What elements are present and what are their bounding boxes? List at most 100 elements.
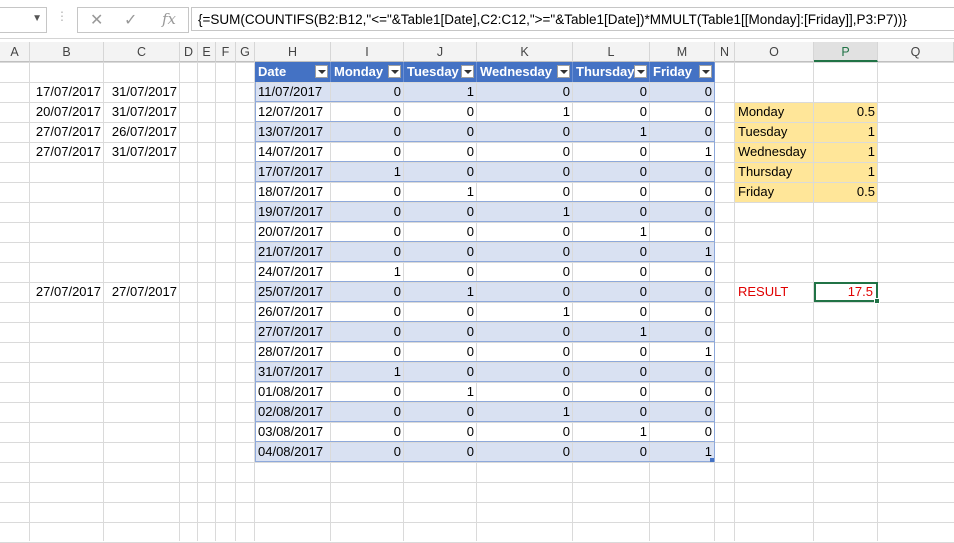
chevron-down-icon[interactable]: ▼ — [32, 13, 42, 24]
enter-icon[interactable]: ✓ — [124, 10, 137, 30]
weight-day-cell[interactable]: Monday — [735, 102, 814, 122]
table-header-date[interactable]: Date — [255, 62, 331, 82]
table-header-friday[interactable]: Friday — [650, 62, 715, 82]
table-date-cell[interactable]: 17/07/2017 — [255, 162, 331, 182]
table-date-cell[interactable]: 04/08/2017 — [255, 442, 331, 462]
weight-value-cell[interactable]: 0.5 — [814, 102, 878, 122]
column-header-l[interactable]: L — [573, 42, 650, 62]
table-flag-cell[interactable]: 0 — [573, 242, 650, 262]
table-flag-cell[interactable]: 0 — [331, 242, 404, 262]
table-date-cell[interactable]: 24/07/2017 — [255, 262, 331, 282]
weight-day-cell[interactable]: Wednesday — [735, 142, 814, 162]
table-flag-cell[interactable]: 0 — [404, 222, 477, 242]
table-flag-cell[interactable]: 0 — [331, 102, 404, 122]
weight-day-cell[interactable]: Thursday — [735, 162, 814, 182]
table-flag-cell[interactable]: 1 — [650, 242, 715, 262]
table-flag-cell[interactable]: 1 — [477, 402, 573, 422]
name-box[interactable]: ▼ — [0, 7, 47, 33]
table-date-cell[interactable]: 21/07/2017 — [255, 242, 331, 262]
table-date-cell[interactable]: 01/08/2017 — [255, 382, 331, 402]
table-date-cell[interactable]: 14/07/2017 — [255, 142, 331, 162]
range-end-cell[interactable]: 31/07/2017 — [104, 142, 180, 162]
table-flag-cell[interactable]: 0 — [404, 202, 477, 222]
table-flag-cell[interactable]: 0 — [573, 282, 650, 302]
range-start-cell[interactable]: 27/07/2017 — [30, 282, 104, 302]
table-date-cell[interactable]: 03/08/2017 — [255, 422, 331, 442]
table-flag-cell[interactable]: 0 — [650, 402, 715, 422]
table-flag-cell[interactable]: 0 — [477, 342, 573, 362]
table-flag-cell[interactable]: 1 — [650, 142, 715, 162]
fill-handle[interactable] — [874, 298, 880, 304]
filter-dropdown-icon[interactable] — [388, 65, 401, 78]
table-date-cell[interactable]: 25/07/2017 — [255, 282, 331, 302]
column-header-d[interactable]: D — [180, 42, 198, 62]
table-date-cell[interactable]: 19/07/2017 — [255, 202, 331, 222]
table-flag-cell[interactable]: 0 — [477, 122, 573, 142]
table-flag-cell[interactable]: 1 — [331, 262, 404, 282]
table-flag-cell[interactable]: 0 — [331, 222, 404, 242]
table-flag-cell[interactable]: 0 — [404, 322, 477, 342]
table-header-tuesday[interactable]: Tuesday — [404, 62, 477, 82]
table-flag-cell[interactable]: 0 — [331, 122, 404, 142]
table-flag-cell[interactable]: 0 — [404, 402, 477, 422]
result-label[interactable]: RESULT — [735, 282, 814, 302]
table-flag-cell[interactable]: 0 — [477, 82, 573, 102]
table-flag-cell[interactable]: 0 — [331, 282, 404, 302]
filter-dropdown-icon[interactable] — [699, 65, 712, 78]
weight-day-cell[interactable]: Friday — [735, 182, 814, 202]
table-flag-cell[interactable]: 0 — [404, 362, 477, 382]
table-flag-cell[interactable]: 0 — [477, 422, 573, 442]
column-header-h[interactable]: H — [255, 42, 331, 62]
table-flag-cell[interactable]: 0 — [477, 242, 573, 262]
table-flag-cell[interactable]: 0 — [331, 402, 404, 422]
table-flag-cell[interactable]: 0 — [477, 142, 573, 162]
table-date-cell[interactable]: 12/07/2017 — [255, 102, 331, 122]
table-flag-cell[interactable]: 0 — [573, 182, 650, 202]
table-flag-cell[interactable]: 0 — [650, 382, 715, 402]
column-header-c[interactable]: C — [104, 42, 180, 62]
table-header-monday[interactable]: Monday — [331, 62, 404, 82]
column-header-a[interactable]: A — [0, 42, 30, 62]
table-flag-cell[interactable]: 1 — [477, 202, 573, 222]
table-flag-cell[interactable]: 0 — [477, 322, 573, 342]
table-flag-cell[interactable]: 0 — [404, 342, 477, 362]
table-flag-cell[interactable]: 0 — [573, 302, 650, 322]
table-flag-cell[interactable]: 0 — [573, 442, 650, 462]
filter-dropdown-icon[interactable] — [315, 65, 328, 78]
table-flag-cell[interactable]: 1 — [331, 162, 404, 182]
table-flag-cell[interactable]: 0 — [331, 182, 404, 202]
table-flag-cell[interactable]: 0 — [477, 162, 573, 182]
range-end-cell[interactable]: 26/07/2017 — [104, 122, 180, 142]
table-flag-cell[interactable]: 0 — [331, 302, 404, 322]
table-flag-cell[interactable]: 0 — [650, 282, 715, 302]
weight-day-cell[interactable]: Tuesday — [735, 122, 814, 142]
table-date-cell[interactable]: 18/07/2017 — [255, 182, 331, 202]
column-header-m[interactable]: M — [650, 42, 715, 62]
function-icon[interactable]: fx — [162, 10, 176, 28]
table-resize-handle[interactable] — [710, 458, 714, 462]
table-flag-cell[interactable]: 0 — [404, 422, 477, 442]
table-flag-cell[interactable]: 1 — [573, 422, 650, 442]
weight-value-cell[interactable]: 1 — [814, 142, 878, 162]
table-flag-cell[interactable]: 0 — [331, 382, 404, 402]
table-flag-cell[interactable]: 1 — [404, 82, 477, 102]
table-flag-cell[interactable]: 0 — [404, 122, 477, 142]
table-flag-cell[interactable]: 0 — [650, 202, 715, 222]
column-header-o[interactable]: O — [735, 42, 814, 62]
column-header-j[interactable]: J — [404, 42, 477, 62]
table-flag-cell[interactable]: 0 — [650, 82, 715, 102]
table-flag-cell[interactable]: 0 — [331, 442, 404, 462]
table-flag-cell[interactable]: 0 — [573, 102, 650, 122]
table-flag-cell[interactable]: 0 — [573, 142, 650, 162]
column-header-p[interactable]: P — [814, 42, 878, 62]
table-flag-cell[interactable]: 0 — [404, 262, 477, 282]
table-flag-cell[interactable]: 0 — [573, 342, 650, 362]
column-header-e[interactable]: E — [198, 42, 216, 62]
table-flag-cell[interactable]: 0 — [573, 402, 650, 422]
column-header-b[interactable]: B — [30, 42, 104, 62]
table-flag-cell[interactable]: 0 — [573, 202, 650, 222]
table-flag-cell[interactable]: 0 — [573, 82, 650, 102]
column-header-q[interactable]: Q — [878, 42, 954, 62]
range-end-cell[interactable]: 27/07/2017 — [104, 282, 180, 302]
table-date-cell[interactable]: 13/07/2017 — [255, 122, 331, 142]
